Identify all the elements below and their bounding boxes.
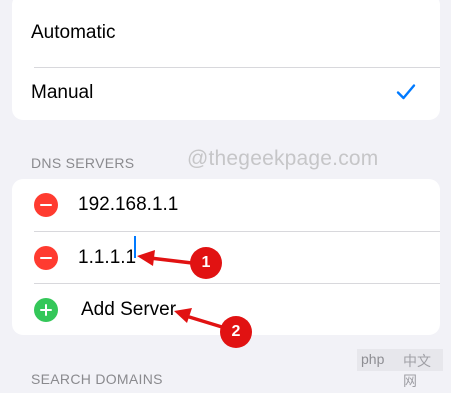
php-logo: php 中文网: [357, 349, 443, 389]
search-domains-header: SEARCH DOMAINS: [31, 371, 163, 387]
annotation-arrow-2: [184, 314, 224, 329]
annotation-arrowhead-2: [174, 308, 192, 323]
annotation-badge-2: 2: [220, 316, 252, 348]
annotation-arrowhead-1: [137, 250, 155, 266]
annotation-arrow-1: [148, 256, 194, 265]
php-logo-cn-text: 中文网: [403, 353, 431, 389]
php-logo-text: php: [361, 351, 385, 367]
annotation-badge-1: 1: [190, 247, 222, 279]
